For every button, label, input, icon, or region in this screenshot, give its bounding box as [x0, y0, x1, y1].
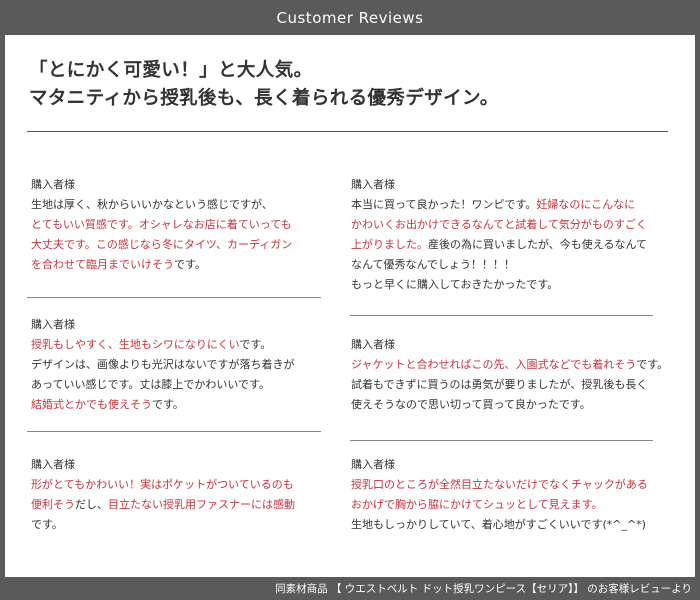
review-author: 購入者様 — [31, 458, 75, 471]
review-text-line: ジャケットと合わせればこの先、入園式などでも着れそうです。 — [351, 355, 668, 375]
review-highlight: 便利そう — [31, 498, 75, 511]
review-text-line: 生地は厚く、秋からいいかなという感じですが、 — [31, 195, 292, 215]
footer-source-note: 同素材商品 【 ウエストベルト ドット授乳ワンピース【セリア】】 のお客様レビュ… — [275, 583, 692, 595]
review-text-line: 大丈夫です。この感じなら冬にタイツ、カーディガン — [31, 235, 292, 255]
review-text-line: とてもいい質感です。オシャレなお店に着ていっても — [31, 215, 292, 235]
review-text: 使えそうなので思い切って買って良かったです。 — [351, 398, 591, 411]
headline: 「とにかく可愛い！」と大人気。 マタニティから授乳後も、長く着られる優秀デザイン… — [29, 57, 499, 113]
review-text-line: 上がりました。産後の為に買いましたが、今も使えるなんて — [351, 235, 647, 255]
reviews-panel: 「とにかく可愛い！」と大人気。 マタニティから授乳後も、長く着られる優秀デザイン… — [5, 35, 695, 577]
review-text-line: 授乳もしやすく、生地もシワになりにくいです。 — [31, 335, 294, 355]
review-author: 購入者様 — [351, 458, 395, 471]
review-text-line: 結婚式とかでも使えそうです。 — [31, 395, 294, 415]
review-card: 購入者様ジャケットと合わせればこの先、入園式などでも着れそうです。試着もできずに… — [351, 335, 668, 415]
review-highlight: 形がとてもかわいい！実はポケットがついているのも — [31, 478, 294, 491]
review-highlight: 目立たない授乳用ファスナーには感動 — [108, 498, 295, 511]
review-card: 購入者様 形がとてもかわいい！実はポケットがついているのも 便利そうだし、目立たない… — [31, 455, 295, 535]
review-text: です。 — [152, 398, 184, 411]
review-highlight: ジャケットと合わせればこの先、入園式などでも着れそう — [351, 358, 637, 371]
review-text-line: なんて優秀なんでしょう！！！！ — [351, 255, 647, 275]
review-card: 購入者様授乳口のところが全然目立たないだけでなくチャックがある おかげで胸から脇に… — [351, 455, 648, 535]
review-text: 生地もしっかりしていて、着心地がすごくいいです(*^_^*) — [351, 518, 646, 531]
review-text-line: 形がとてもかわいい！実はポケットがついているのも — [31, 475, 295, 495]
review-text: です。 — [174, 258, 206, 271]
review-text: 本当に買って良かった！ワンピです。 — [351, 198, 537, 211]
review-text-line: 生地もしっかりしていて、着心地がすごくいいです(*^_^*) — [351, 515, 648, 535]
review-text: です。 — [31, 518, 63, 531]
review-card: 購入者様 授乳もしやすく、生地もシワになりにくいです。 デザインは、画像よりも光沢は… — [31, 315, 294, 415]
review-author: 購入者様 — [351, 178, 395, 191]
review-text-line: もっと早くに購入しておきたかったです。 — [351, 275, 647, 295]
review-highlight: 大丈夫です。この感じなら冬にタイツ、カーディガン — [31, 238, 293, 251]
review-highlight: 授乳口のところが全然目立たないだけでなくチャックがある — [351, 478, 648, 491]
review-text: 生地は厚く、秋からいいかなという感じですが、 — [31, 198, 273, 211]
review-text-line: 便利そうだし、目立たない授乳用ファスナーには感動 — [31, 495, 295, 515]
review-text-line: 授乳口のところが全然目立たないだけでなくチャックがある — [351, 475, 648, 495]
review-text: あっていい感じです。丈は膝上でかわいいです。 — [31, 378, 270, 391]
review-author: 購入者様 — [31, 178, 75, 191]
review-divider — [27, 297, 321, 298]
review-text: 試着もできずに買うのは勇気が要りましたが、授乳後も長く — [351, 378, 648, 391]
headline-line-1: 「とにかく可愛い！」と大人気。 — [29, 60, 313, 81]
review-text: 産後の為に買いましたが、今も使えるなんて — [428, 238, 647, 251]
review-card: 購入者様生地は厚く、秋からいいかなという感じですが、とてもいい質感です。オシャレ… — [31, 175, 292, 275]
review-author: 購入者様 — [351, 338, 395, 351]
review-divider — [350, 440, 653, 441]
review-text-line: 試着もできずに買うのは勇気が要りましたが、授乳後も長く — [351, 375, 668, 395]
review-text: だし、 — [75, 498, 108, 511]
review-text: なんて優秀なんでしょう！！！！ — [351, 258, 515, 271]
review-text-line: です。 — [31, 515, 295, 535]
review-text: です。 — [239, 338, 272, 351]
header-title: Customer Reviews — [276, 9, 424, 27]
review-text-line: かわいくお出かけできるなんてと試着して気分がものすごく — [351, 215, 647, 235]
review-text: デザインは、画像よりも光沢はないですが落ち着きが — [31, 358, 295, 371]
review-highlight: おかげで胸から脇にかけてシュッとして見えます。 — [351, 498, 603, 511]
review-highlight: 授乳もしやすく、生地もシワになりにくい — [31, 338, 240, 351]
review-author: 購入者様 — [31, 318, 75, 331]
review-text-line: を合わせて臨月までいけそうです。 — [31, 255, 292, 275]
review-highlight: を合わせて臨月までいけそう — [31, 258, 174, 271]
review-text-line: 本当に買って良かった！ワンピです。妊婦なのにこんなに — [351, 195, 647, 215]
review-text: です。 — [636, 358, 669, 371]
review-text: もっと早くに購入しておきたかったです。 — [351, 278, 559, 291]
headline-line-2: マタニティから授乳後も、長く着られる優秀デザイン。 — [29, 88, 499, 109]
header-bar: Customer Reviews — [0, 0, 700, 34]
review-highlight: 妊婦なのにこんなに — [536, 198, 636, 211]
review-text-line: デザインは、画像よりも光沢はないですが落ち着きが — [31, 355, 294, 375]
review-text-line: あっていい感じです。丈は膝上でかわいいです。 — [31, 375, 294, 395]
review-divider — [27, 431, 321, 432]
review-text-line: 使えそうなので思い切って買って良かったです。 — [351, 395, 668, 415]
review-highlight: 結婚式とかでも使えそう — [31, 398, 152, 411]
review-highlight: かわいくお出かけできるなんてと試着して気分がものすごく — [351, 218, 647, 231]
review-highlight: とてもいい質感です。オシャレなお店に着ていっても — [31, 218, 292, 231]
headline-divider — [27, 131, 668, 132]
review-highlight: 上がりました。 — [351, 238, 428, 251]
review-divider — [350, 315, 653, 316]
review-text-line: おかげで胸から脇にかけてシュッとして見えます。 — [351, 495, 648, 515]
review-card: 購入者様本当に買って良かった！ワンピです。妊婦なのにこんなにかわいくお出かけでき… — [351, 175, 647, 295]
